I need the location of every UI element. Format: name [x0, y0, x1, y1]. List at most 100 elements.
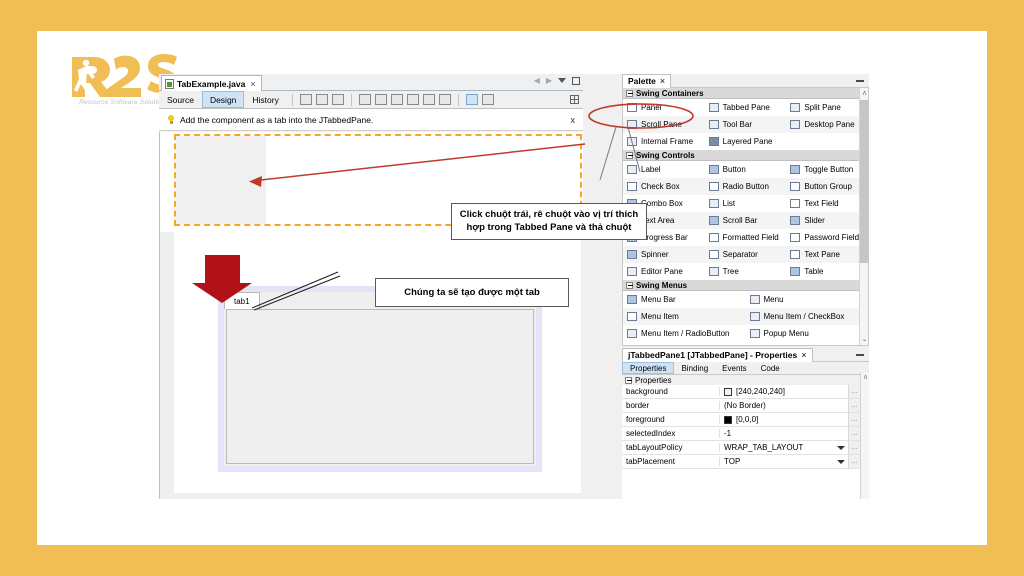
- tab-history[interactable]: History: [244, 91, 286, 108]
- property-editor-button[interactable]: ...: [848, 385, 860, 398]
- palette-tab[interactable]: Palette ×: [622, 73, 672, 88]
- collapse-icon[interactable]: [625, 376, 632, 384]
- prev-arrow-icon[interactable]: ◀: [534, 76, 540, 85]
- property-value[interactable]: [0,0,0]: [720, 415, 848, 424]
- scroll-up-icon[interactable]: ʌ: [860, 88, 868, 99]
- palette-item-spinner[interactable]: Spinner: [623, 246, 705, 263]
- scroll-down-icon[interactable]: ⌄: [860, 334, 868, 345]
- property-value[interactable]: TOP: [720, 457, 848, 466]
- align-left-icon[interactable]: [358, 94, 371, 105]
- tab-properties[interactable]: Properties: [622, 362, 675, 374]
- property-editor-button[interactable]: ...: [848, 427, 860, 440]
- close-icon[interactable]: ×: [660, 76, 665, 86]
- tab-design[interactable]: Design: [201, 91, 245, 108]
- palette-item-text-field[interactable]: Text Field: [786, 195, 868, 212]
- palette-item-editor-pane[interactable]: Editor Pane: [623, 263, 705, 280]
- palette-item-list[interactable]: List: [705, 195, 787, 212]
- resize-height-icon[interactable]: [481, 94, 494, 105]
- palette-item-menu[interactable]: Menu: [746, 291, 869, 308]
- jtabbedpane-component[interactable]: tab1: [218, 286, 542, 472]
- palette-item-separator[interactable]: Separator: [704, 246, 787, 263]
- palette-item-tree[interactable]: Tree: [705, 263, 787, 280]
- preview-design-icon[interactable]: [331, 94, 344, 105]
- palette-item-menu-item[interactable]: Menu Item: [623, 308, 746, 325]
- chevron-down-icon[interactable]: [558, 78, 566, 83]
- table-row[interactable]: foreground [0,0,0] ...: [622, 413, 860, 427]
- align-top-icon[interactable]: [406, 94, 419, 105]
- jtabbedpane-content-area[interactable]: [226, 309, 534, 464]
- property-value[interactable]: [240,240,240]: [720, 387, 848, 396]
- palette-item-slider[interactable]: Slider: [786, 212, 868, 229]
- palette-item-radio-button[interactable]: Radio Button: [704, 178, 787, 195]
- next-arrow-icon[interactable]: ▶: [546, 76, 552, 85]
- tab-source[interactable]: Source: [159, 91, 202, 108]
- tab-binding[interactable]: Binding: [674, 362, 715, 374]
- property-editor-button[interactable]: ...: [848, 441, 860, 454]
- palette-group-swing-controls[interactable]: Swing Controls: [623, 150, 868, 161]
- table-row[interactable]: background [240,240,240] ...: [622, 385, 860, 399]
- tab-code[interactable]: Code: [754, 362, 787, 374]
- palette-item-button[interactable]: Button: [705, 161, 787, 178]
- scrollbar-thumb[interactable]: [860, 100, 868, 263]
- collapse-icon[interactable]: [626, 89, 633, 97]
- table-row[interactable]: tabPlacement TOP ...: [622, 455, 860, 469]
- property-editor-button[interactable]: ...: [848, 455, 860, 468]
- palette-item-popup-menu[interactable]: Popup Menu: [746, 325, 869, 342]
- palette-item-check-box[interactable]: Check Box: [623, 178, 705, 195]
- palette-item-internal-frame[interactable]: Internal Frame: [623, 133, 705, 150]
- minimize-icon[interactable]: [856, 79, 864, 82]
- design-canvas[interactable]: tab1: [159, 132, 583, 499]
- collapse-icon[interactable]: [626, 151, 633, 159]
- palette-scrollbar[interactable]: ʌ ⌄: [859, 88, 868, 345]
- palette-item-scroll-pane[interactable]: Scroll Pane: [623, 116, 705, 133]
- palette-item-table[interactable]: Table: [786, 263, 868, 280]
- palette-item-toggle-button[interactable]: Toggle Button: [786, 161, 868, 178]
- palette-item-button-group[interactable]: Button Group: [786, 178, 868, 195]
- scroll-up-icon[interactable]: ʌ: [861, 372, 870, 383]
- align-center-icon[interactable]: [390, 94, 403, 105]
- palette-item-scroll-bar[interactable]: Scroll Bar: [704, 212, 787, 229]
- align-bottom-icon[interactable]: [422, 94, 435, 105]
- connection-mode-icon[interactable]: [315, 94, 328, 105]
- file-tab-tabexample[interactable]: TabExample.java ×: [161, 75, 262, 91]
- close-icon[interactable]: ×: [250, 79, 255, 89]
- table-row[interactable]: tabLayoutPolicy WRAP_TAB_LAYOUT ...: [622, 441, 860, 455]
- tab-events[interactable]: Events: [715, 362, 753, 374]
- palette-item-split-pane[interactable]: Split Pane: [786, 99, 868, 116]
- center-horizontally-icon[interactable]: [438, 94, 451, 105]
- close-icon[interactable]: ×: [801, 350, 806, 360]
- property-editor-button[interactable]: ...: [848, 399, 860, 412]
- palette-item-desktop-pane[interactable]: Desktop Pane: [786, 116, 868, 133]
- palette-item-text-pane[interactable]: Text Pane: [786, 246, 868, 263]
- palette-item-layered-pane[interactable]: Layered Pane: [705, 133, 787, 150]
- palette-group-swing-menus[interactable]: Swing Menus: [623, 280, 868, 291]
- chevron-down-icon[interactable]: [837, 459, 845, 464]
- properties-scrollbar[interactable]: ʌ: [860, 372, 869, 499]
- property-editor-button[interactable]: ...: [848, 413, 860, 426]
- property-value[interactable]: WRAP_TAB_LAYOUT: [720, 443, 848, 452]
- maximize-icon[interactable]: [572, 76, 580, 85]
- properties-tab[interactable]: jTabbedPane1 [JTabbedPane] - Properties …: [622, 347, 813, 362]
- property-value[interactable]: -1: [720, 429, 848, 438]
- palette-group-swing-containers[interactable]: Swing Containers: [623, 88, 868, 99]
- palette-item-panel[interactable]: Panel: [623, 99, 705, 116]
- jtabbedpane-tab-tab1[interactable]: tab1: [224, 292, 260, 309]
- design-surface[interactable]: tab1: [174, 134, 582, 493]
- hint-close-icon[interactable]: x: [571, 115, 576, 125]
- collapse-icon[interactable]: [626, 281, 633, 289]
- palette-body[interactable]: Swing Containers Panel Tabbed Pane Split…: [622, 88, 869, 346]
- palette-item-menu-bar[interactable]: Menu Bar: [623, 291, 746, 308]
- selection-mode-icon[interactable]: [299, 94, 312, 105]
- property-value[interactable]: (No Border): [720, 401, 848, 410]
- grid-toggle-icon[interactable]: [570, 95, 579, 104]
- palette-item-password-field[interactable]: Password Field: [786, 229, 868, 246]
- palette-item-label[interactable]: Label: [623, 161, 705, 178]
- palette-item-tabbed-pane[interactable]: Tabbed Pane: [705, 99, 787, 116]
- palette-item-menu-item-radiobutton[interactable]: Menu Item / RadioButton: [623, 325, 746, 342]
- palette-item-formatted-field[interactable]: Formatted Field: [705, 229, 787, 246]
- palette-item-tool-bar[interactable]: Tool Bar: [704, 116, 787, 133]
- minimize-icon[interactable]: [856, 353, 864, 356]
- resize-width-icon[interactable]: [465, 94, 478, 105]
- align-right-icon[interactable]: [374, 94, 387, 105]
- chevron-down-icon[interactable]: [837, 445, 845, 450]
